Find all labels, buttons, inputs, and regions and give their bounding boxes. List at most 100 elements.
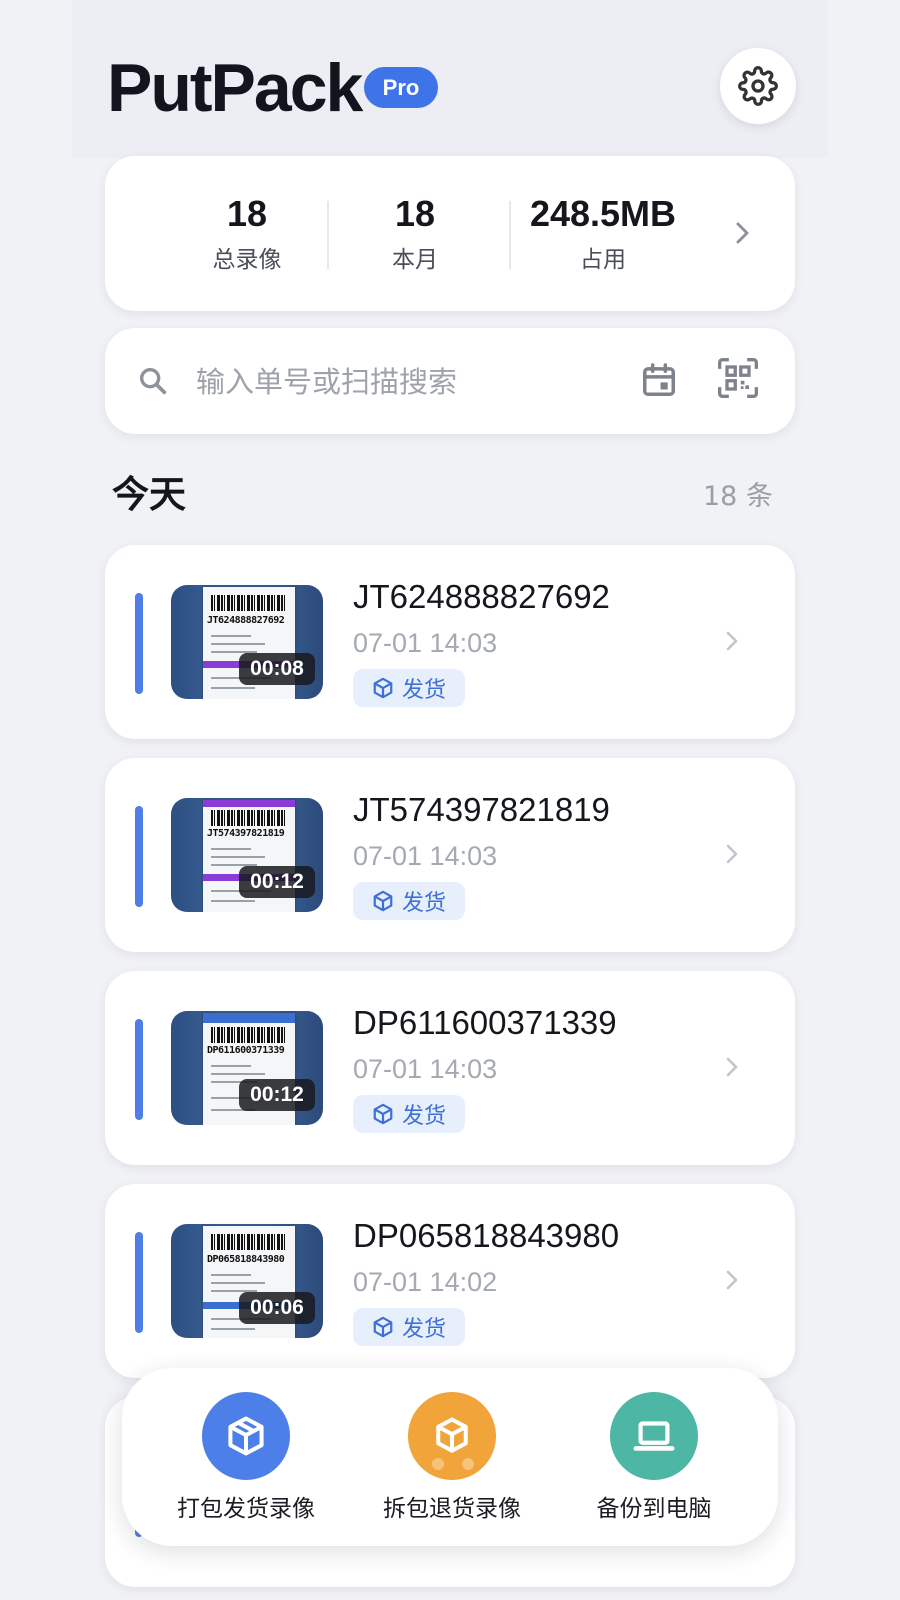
- chevron-right-icon: [736, 222, 749, 244]
- video-duration: 00:12: [239, 1079, 315, 1111]
- action-bar: 打包发货录像 拆包退货录像 备份到电脑: [122, 1368, 778, 1546]
- calendar-button[interactable]: [640, 360, 678, 404]
- action-label: 打包发货录像: [177, 1496, 315, 1522]
- gear-icon: [738, 66, 778, 106]
- accent-bar: [135, 593, 143, 694]
- barcode-image: [211, 1027, 287, 1043]
- stat-value: 18: [394, 193, 436, 234]
- record-unpacking-button[interactable]: 拆包退货录像: [352, 1392, 552, 1524]
- stat-value: 18: [226, 193, 268, 234]
- package-icon: [373, 677, 393, 699]
- label-band: [203, 1013, 295, 1023]
- record-card[interactable]: DP611600371339 00:12 DP611600371339 07-0…: [105, 971, 795, 1165]
- record-time: 07-01 14:03: [353, 628, 498, 658]
- tag-label: 发货: [401, 1317, 446, 1342]
- qr-scan-icon: [718, 358, 758, 398]
- record-card[interactable]: JT624888827692 00:08 JT624888827692 07-0…: [105, 545, 795, 739]
- shipping-tag: 发货: [353, 669, 465, 707]
- app-logo: PutPack: [107, 50, 363, 126]
- section-title: 今天: [112, 473, 186, 516]
- label-line: [211, 848, 251, 850]
- action-icon-circle: [610, 1392, 698, 1480]
- open-package-icon: [436, 1417, 468, 1453]
- label-band: [203, 800, 295, 807]
- chevron-right-icon: [726, 1057, 738, 1077]
- stat-value: 248.5MB: [529, 193, 677, 234]
- chevron-right-icon: [726, 1270, 738, 1290]
- tag-label: 发货: [401, 678, 446, 703]
- chevron-right-icon: [726, 631, 738, 651]
- accent-bar: [135, 806, 143, 907]
- barcode-image: [211, 810, 287, 826]
- pro-badge: Pro: [364, 67, 438, 108]
- calendar-icon: [643, 363, 675, 396]
- package-icon: [373, 1103, 393, 1125]
- accent-bar: [135, 1232, 143, 1333]
- label-line: [211, 900, 255, 902]
- decor-dot: [432, 1458, 444, 1470]
- record-card[interactable]: JT574397821819 00:12 JT574397821819 07-0…: [105, 758, 795, 952]
- label-line: [211, 1282, 265, 1284]
- order-number: DP065818843980: [353, 1217, 620, 1254]
- label-line: [211, 1328, 255, 1330]
- scan-button[interactable]: [716, 356, 760, 404]
- order-number: JT624888827692: [353, 578, 610, 615]
- stat-label: 占用: [580, 247, 626, 273]
- stat-label: 本月: [392, 247, 438, 273]
- video-duration: 00:08: [239, 653, 315, 685]
- barcode-image: [211, 595, 287, 611]
- shipping-tag: 发货: [353, 1095, 465, 1133]
- video-duration: 00:06: [239, 1292, 315, 1324]
- shipping-tag: 发货: [353, 882, 465, 920]
- package-icon: [373, 1316, 393, 1338]
- action-icon-circle: [202, 1392, 290, 1480]
- stat-storage-used: 248.5MB 占用: [513, 194, 693, 274]
- video-thumbnail[interactable]: DP611600371339 00:12: [171, 1011, 323, 1125]
- decor-dot: [462, 1458, 474, 1470]
- search-input[interactable]: [196, 358, 616, 406]
- tag-label: 发货: [401, 891, 446, 916]
- video-thumbnail[interactable]: JT624888827692 00:08: [171, 585, 323, 699]
- label-code: JT624888827692: [207, 615, 285, 626]
- video-duration: 00:12: [239, 866, 315, 898]
- tag-label: 发货: [401, 1104, 446, 1129]
- stat-total-videos: 18 总录像: [157, 194, 337, 274]
- action-icon-circle: [408, 1392, 496, 1480]
- record-time: 07-01 14:02: [353, 1267, 498, 1297]
- record-card[interactable]: DP065818843980 00:06 DP065818843980 07-0…: [105, 1184, 795, 1378]
- package-icon: [228, 1416, 264, 1456]
- label-line: [211, 635, 251, 637]
- laptop-icon: [633, 1421, 675, 1451]
- label-line: [211, 1065, 251, 1067]
- stat-this-month: 18 本月: [325, 194, 505, 274]
- video-thumbnail[interactable]: DP065818843980 00:06: [171, 1224, 323, 1338]
- order-number: DP611600371339: [353, 1004, 617, 1041]
- label-line: [211, 856, 265, 858]
- label-line: [211, 643, 265, 645]
- label-line: [211, 1073, 265, 1075]
- settings-button[interactable]: [720, 48, 796, 124]
- record-count: 18 条: [703, 481, 773, 512]
- action-label: 备份到电脑: [596, 1496, 712, 1522]
- accent-bar: [135, 1019, 143, 1120]
- stat-label: 总录像: [212, 247, 282, 273]
- label-line: [211, 1274, 251, 1276]
- divider: [509, 201, 511, 269]
- label-code: DP611600371339: [207, 1045, 285, 1056]
- label-line: [211, 687, 255, 689]
- video-thumbnail[interactable]: JT574397821819 00:12: [171, 798, 323, 912]
- record-time: 07-01 14:03: [353, 841, 498, 871]
- record-packing-button[interactable]: 打包发货录像: [146, 1392, 346, 1524]
- barcode-image: [211, 1234, 287, 1250]
- package-icon: [373, 890, 393, 912]
- chevron-right-icon: [726, 844, 738, 864]
- label-code: DP065818843980: [207, 1254, 285, 1265]
- backup-to-pc-button[interactable]: 备份到电脑: [554, 1392, 754, 1524]
- label-code: JT574397821819: [207, 828, 285, 839]
- order-number: JT574397821819: [353, 791, 610, 828]
- stats-card[interactable]: 18 总录像 18 本月 248.5MB 占用: [105, 156, 795, 311]
- record-time: 07-01 14:03: [353, 1054, 498, 1084]
- search-icon: [139, 367, 167, 395]
- shipping-tag: 发货: [353, 1308, 465, 1346]
- action-label: 拆包退货录像: [383, 1496, 521, 1522]
